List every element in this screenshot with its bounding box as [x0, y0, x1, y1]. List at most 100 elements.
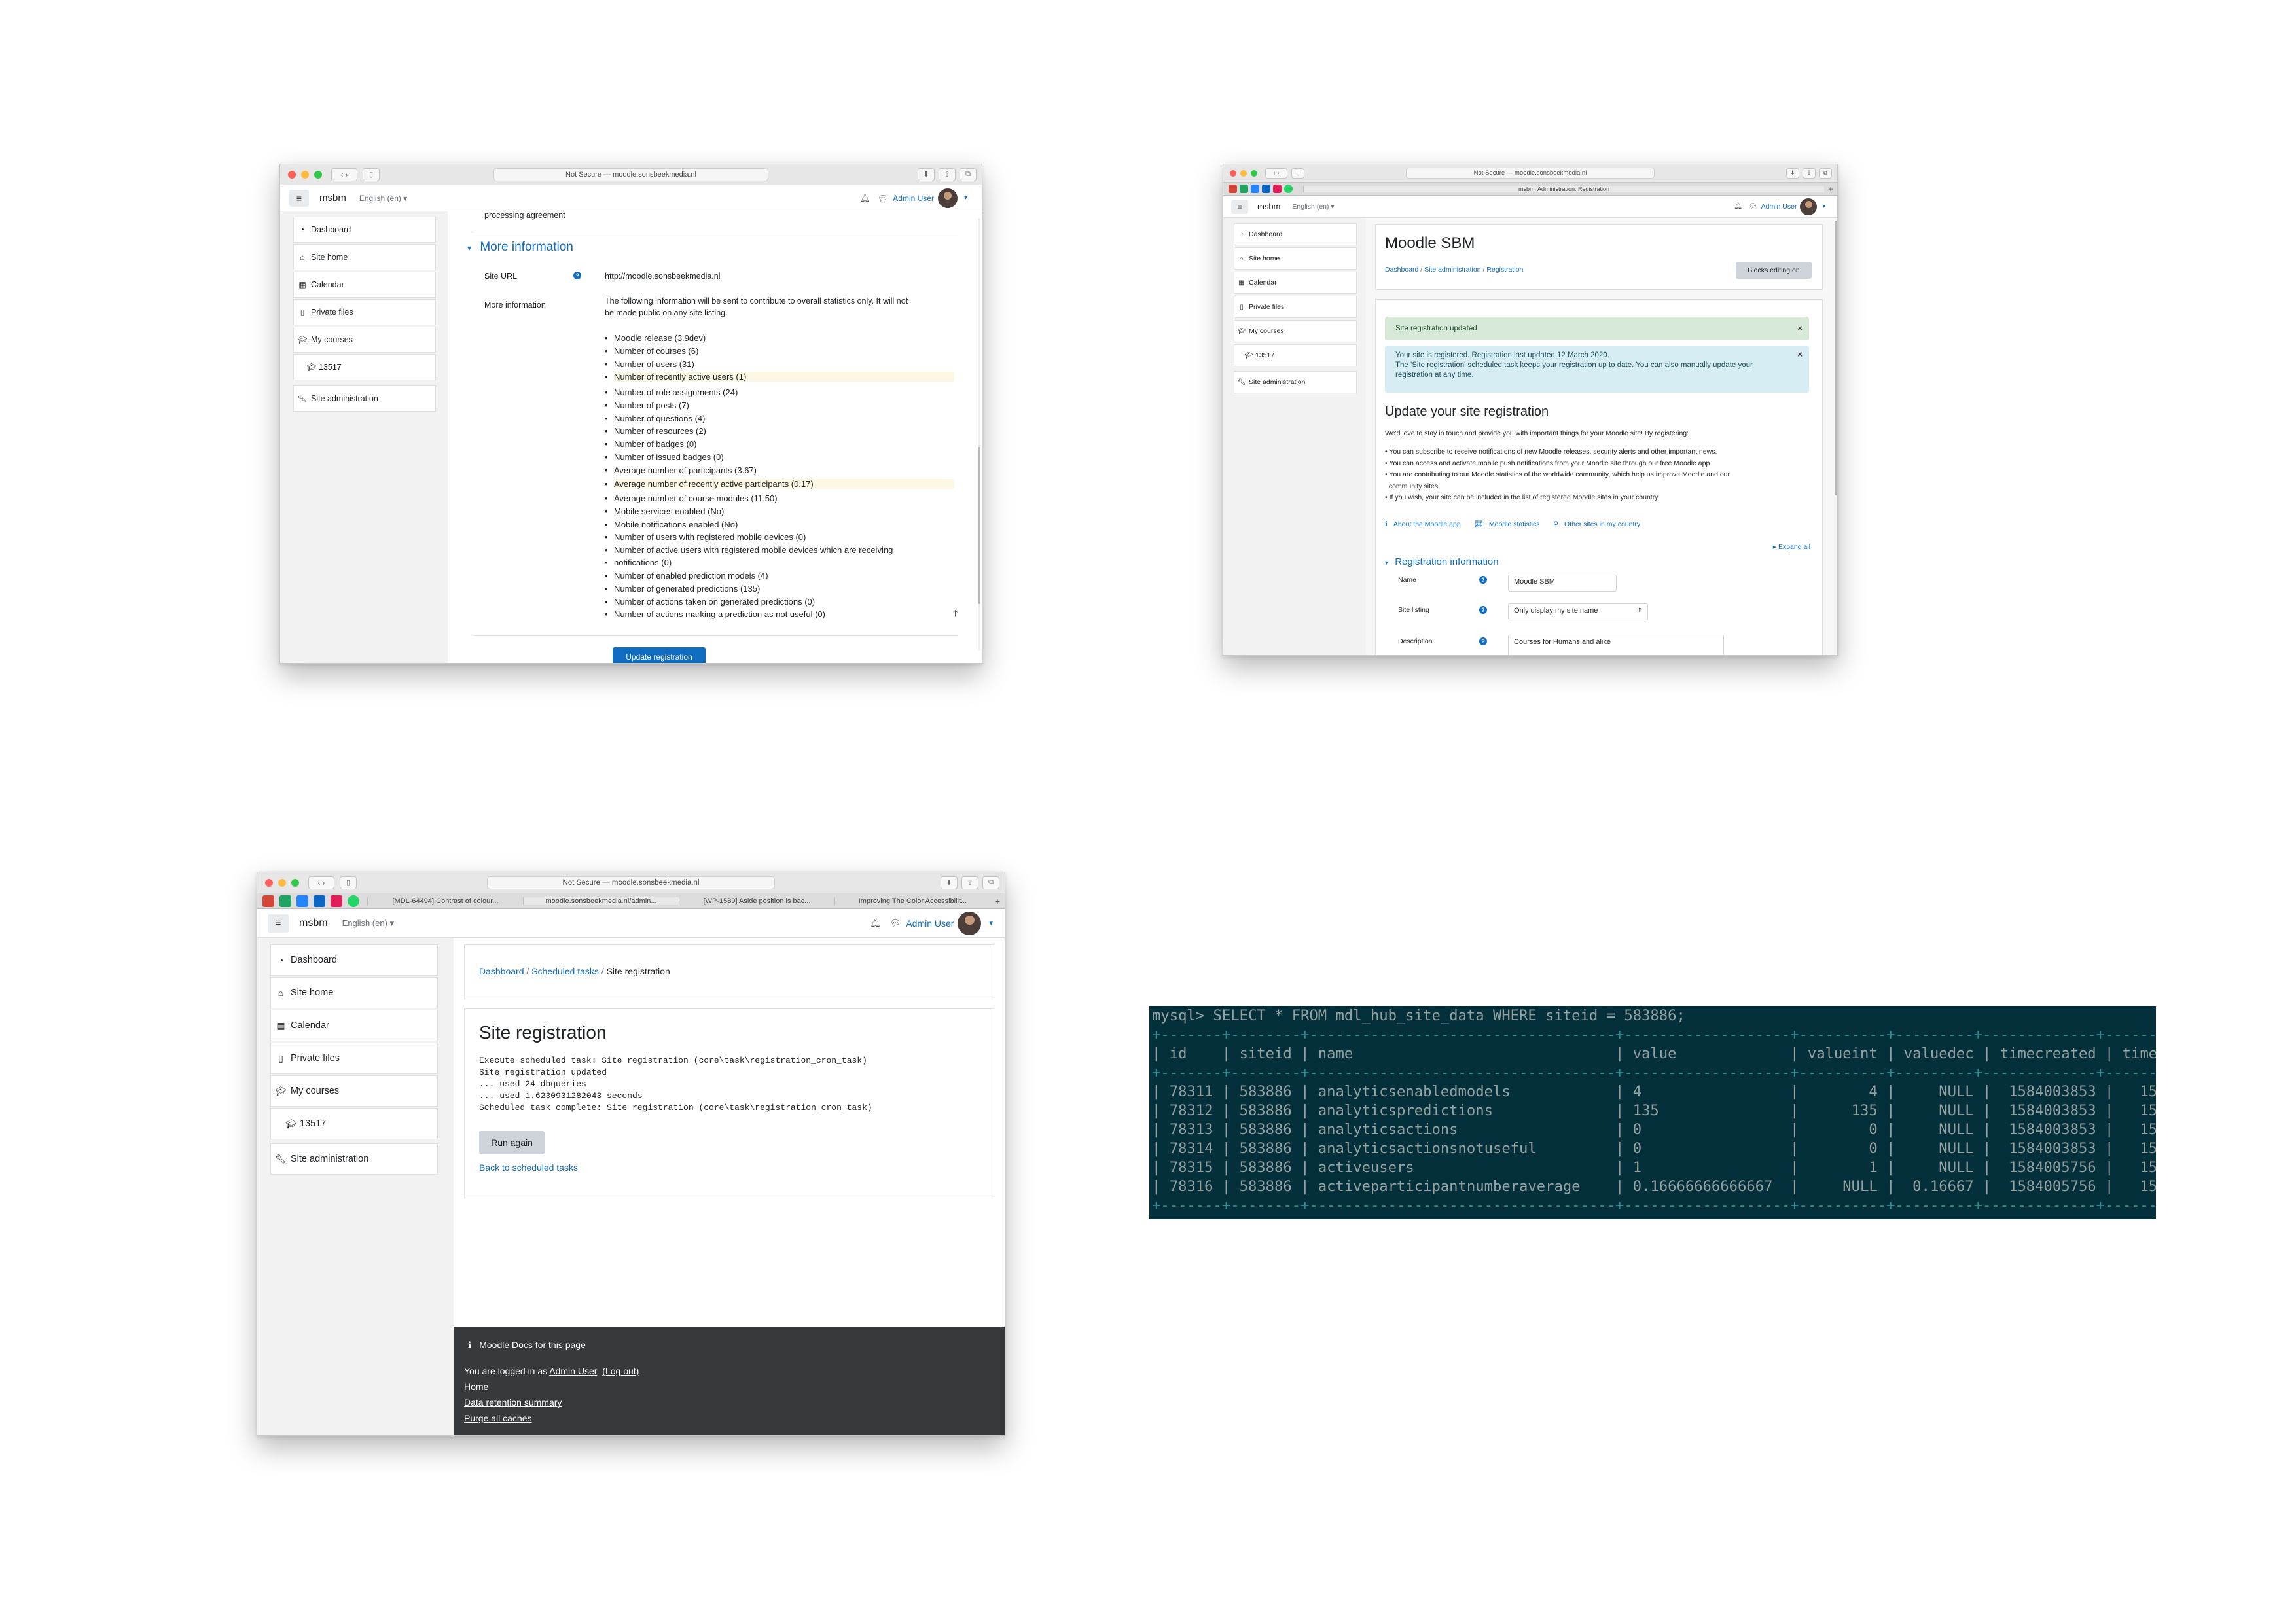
nav-item-site-home[interactable]: ⌂ Site home	[270, 977, 438, 1008]
sidebar-toggle-icon[interactable]: ▯	[340, 876, 357, 889]
sheets-favicon-icon[interactable]	[1240, 185, 1248, 193]
language-menu[interactable]: English (en) ▾	[1292, 203, 1334, 211]
breadcrumb-registration[interactable]: Registration	[1486, 266, 1523, 274]
sidebar-toggle-icon[interactable]: ▯	[363, 168, 380, 181]
sheets-favicon-icon[interactable]	[279, 895, 291, 907]
share-icon[interactable]: ⇧	[1803, 168, 1816, 179]
download-icon[interactable]: ⬇	[918, 168, 935, 181]
nav-item-dashboard[interactable]: ◔ Dashboard	[270, 944, 438, 976]
download-icon[interactable]: ⬇	[1786, 168, 1799, 179]
nav-item-course-13517[interactable]: 🎓︎ 13517	[1234, 344, 1357, 366]
site-listing-select[interactable]: Only display my site name ⇕	[1508, 603, 1648, 620]
site-brand[interactable]: msbm	[319, 192, 346, 204]
nav-item-private-files[interactable]: ▯ Private files	[1234, 296, 1357, 318]
update-registration-button[interactable]: Update registration	[613, 647, 706, 663]
close-window-icon[interactable]	[265, 878, 273, 887]
site-brand[interactable]: msbm	[1257, 202, 1280, 211]
address-bar[interactable]: Not Secure — moodle.sonsbeekmedia.nl	[1406, 168, 1655, 179]
nav-item-calendar[interactable]: ▦ Calendar	[270, 1010, 438, 1041]
tabs-overview-icon[interactable]: ⧉	[1819, 168, 1832, 179]
whatsapp-favicon-icon[interactable]	[1284, 185, 1293, 193]
browser-tab[interactable]: [MDL-64494] Contrast of colour...	[367, 897, 523, 905]
user-menu-caret-icon[interactable]: ▾	[964, 194, 967, 202]
help-icon[interactable]: ?	[1479, 576, 1487, 584]
section-more-information[interactable]: ▾ More information	[467, 240, 573, 255]
breadcrumb-site-administration[interactable]: Site administration	[1424, 266, 1480, 274]
tab-active[interactable]: msbm: Administration: Registration	[1303, 185, 1824, 192]
nav-item-private-files[interactable]: ▯ Private files	[270, 1043, 438, 1074]
back-to-top-icon[interactable]: 🡑	[953, 607, 958, 622]
footer-purge-caches-link[interactable]: Purge all caches	[464, 1413, 532, 1423]
nav-item-my-courses[interactable]: 🎓︎ My courses	[1234, 320, 1357, 342]
sidebar-toggle-icon[interactable]: ▯	[1291, 168, 1304, 179]
name-field[interactable]: Moodle SBM	[1508, 575, 1617, 592]
menu-toggle-icon[interactable]: ≡	[1231, 199, 1248, 214]
blocks-editing-button[interactable]: Blocks editing on	[1736, 262, 1812, 279]
logout-link[interactable]: (Log out)	[602, 1366, 639, 1376]
close-alert-icon[interactable]: ×	[1797, 349, 1803, 359]
messages-icon[interactable]: 💬︎	[878, 194, 888, 203]
close-window-icon[interactable]	[288, 170, 296, 179]
link-about-moodle-app[interactable]: About the Moodle app	[1393, 520, 1461, 528]
minimize-window-icon[interactable]	[301, 170, 309, 179]
user-menu-name[interactable]: Admin User	[893, 194, 934, 203]
slack-favicon-icon[interactable]	[331, 895, 342, 907]
whatsapp-favicon-icon[interactable]	[348, 895, 359, 907]
footer-home-link[interactable]: Home	[464, 1382, 488, 1392]
help-icon[interactable]: ?	[573, 272, 581, 279]
breadcrumb-dashboard[interactable]: Dashboard	[1385, 266, 1418, 274]
site-brand[interactable]: msbm	[299, 918, 328, 929]
nav-item-site-administration[interactable]: 🔧︎ Site administration	[293, 385, 436, 412]
scrollbar[interactable]	[1835, 221, 1837, 652]
run-again-button[interactable]: Run again	[479, 1131, 545, 1154]
link-moodle-statistics[interactable]: Moodle statistics	[1489, 520, 1540, 528]
language-menu[interactable]: English (en) ▾	[359, 194, 407, 203]
avatar[interactable]	[1800, 198, 1818, 215]
user-menu-caret-icon[interactable]: ▾	[1822, 203, 1825, 210]
nav-item-site-administration[interactable]: 🔧︎ Site administration	[1234, 371, 1357, 393]
zoom-window-icon[interactable]	[314, 170, 322, 179]
browser-tab-active[interactable]: moodle.sonsbeekmedia.nl/admin...	[523, 897, 679, 905]
menu-toggle-icon[interactable]: ≡	[289, 189, 309, 207]
notifications-icon[interactable]: 🔔︎	[1734, 203, 1742, 210]
nav-item-calendar[interactable]: ▦ Calendar	[1234, 272, 1357, 294]
back-forward-buttons[interactable]: ‹ ›	[308, 876, 334, 889]
back-forward-buttons[interactable]: ‹ ›	[331, 168, 357, 181]
nav-item-course-13517[interactable]: 🎓︎ 13517	[293, 354, 436, 380]
moodle-docs-link[interactable]: Moodle Docs for this page	[479, 1340, 586, 1350]
messages-icon[interactable]: 💬︎	[890, 918, 901, 929]
user-menu-name[interactable]: Admin User	[1761, 203, 1797, 211]
address-bar[interactable]: Not Secure — moodle.sonsbeekmedia.nl	[487, 876, 775, 889]
tabs-overview-icon[interactable]: ⧉	[960, 168, 977, 181]
linkedin-favicon-icon[interactable]	[1262, 185, 1270, 193]
download-icon[interactable]: ⬇	[941, 876, 958, 889]
close-alert-icon[interactable]: ×	[1797, 321, 1803, 336]
gmail-favicon-icon[interactable]	[262, 895, 274, 907]
close-window-icon[interactable]	[1230, 169, 1236, 177]
back-forward-buttons[interactable]: ‹ ›	[1265, 168, 1287, 179]
nav-item-site-home[interactable]: ⌂ Site home	[1234, 247, 1357, 270]
footer-user-link[interactable]: Admin User	[549, 1366, 597, 1376]
breadcrumb-scheduled-tasks[interactable]: Scheduled tasks	[531, 966, 599, 976]
share-icon[interactable]: ⇧	[939, 168, 956, 181]
section-registration-information[interactable]: ▾ Registration information	[1385, 556, 1499, 567]
help-icon[interactable]: ?	[1479, 606, 1487, 614]
jira-favicon-icon[interactable]	[1251, 185, 1259, 193]
notifications-icon[interactable]: 🔔︎	[860, 194, 870, 203]
expand-all-link[interactable]: ▸ Expand all	[1773, 543, 1810, 551]
nav-item-my-courses[interactable]: 🎓︎ My courses	[293, 327, 436, 353]
linkedin-favicon-icon[interactable]	[314, 895, 325, 907]
scrollbar-thumb[interactable]	[1835, 221, 1837, 495]
new-tab-button[interactable]: +	[1824, 185, 1837, 194]
nav-item-course-13517[interactable]: 🎓︎ 13517	[270, 1108, 438, 1139]
link-other-sites[interactable]: Other sites in my country	[1564, 520, 1640, 528]
nav-item-site-home[interactable]: ⌂ Site home	[293, 244, 436, 270]
avatar[interactable]	[937, 188, 958, 208]
description-field[interactable]: Courses for Humans and alike	[1508, 635, 1724, 655]
footer-data-retention-link[interactable]: Data retention summary	[464, 1397, 562, 1408]
zoom-window-icon[interactable]	[1251, 169, 1257, 177]
share-icon[interactable]: ⇧	[961, 876, 978, 889]
minimize-window-icon[interactable]	[1240, 169, 1247, 177]
slack-favicon-icon[interactable]	[1273, 185, 1282, 193]
gmail-favicon-icon[interactable]	[1229, 185, 1237, 193]
